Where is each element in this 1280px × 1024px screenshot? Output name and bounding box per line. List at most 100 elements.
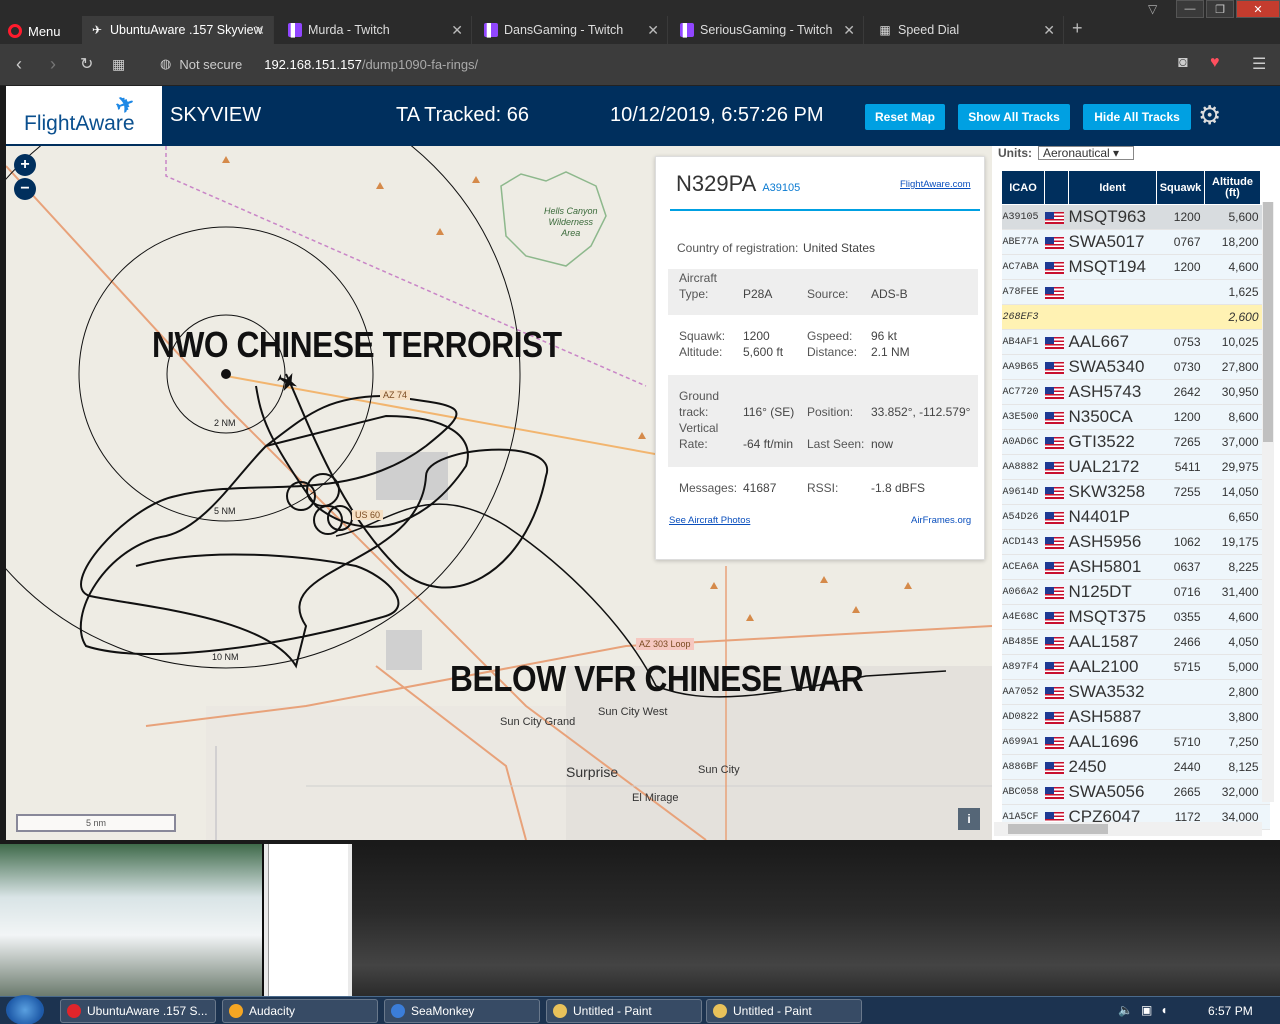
table-row[interactable]: AA8882 UAL2172 5411 29,975 <box>1001 454 1271 480</box>
table-row[interactable]: A066A2N125DT071631,400▼ <box>1001 579 1271 605</box>
cell-icao: ABC058 <box>1001 779 1045 805</box>
desktop-area <box>0 844 1280 996</box>
tab-speed-dial[interactable]: ▦ Speed Dial ✕ <box>870 16 1064 44</box>
taskbar-item[interactable]: SeaMonkey <box>384 999 540 1023</box>
rssi-label: RSSI: <box>807 481 839 495</box>
forward-icon[interactable]: › <box>50 54 56 75</box>
zoom-in-button[interactable]: + <box>14 154 36 176</box>
app-title: SKYVIEW <box>170 104 262 126</box>
tab-seriousgaming[interactable]: ▌ SeriousGaming - Twitch ✕ <box>672 16 864 44</box>
col-squawk[interactable]: Squawk <box>1156 170 1205 205</box>
cell-squawk <box>1156 279 1205 305</box>
scroll-thumb[interactable] <box>1263 202 1273 442</box>
logo-text: FlightAware <box>24 112 135 135</box>
scroll-thumb[interactable] <box>1008 824 1108 834</box>
paint-canvas[interactable] <box>268 844 348 996</box>
twitch-icon: ▌ <box>680 23 694 37</box>
taskbar-item-label: Untitled - Paint <box>733 1004 812 1018</box>
col-ident[interactable]: Ident <box>1068 170 1157 205</box>
col-altitude[interactable]: Altitude (ft) <box>1204 170 1261 205</box>
tab-murda[interactable]: ▌ Murda - Twitch ✕ <box>280 16 472 44</box>
taskbar-clock[interactable]: 6:57 PM <box>1208 1004 1253 1018</box>
flightaware-link[interactable]: FlightAware.com <box>900 179 971 190</box>
table-row[interactable]: A54D26 N4401P 6,650 <box>1001 504 1271 530</box>
reload-icon[interactable]: ↻ <box>80 54 93 74</box>
close-tab-icon[interactable]: ✕ <box>843 22 855 39</box>
url-field[interactable]: ◍ Not secure 192.168.151.157/dump1090-fa… <box>160 56 478 72</box>
cell-icao: AD0822 <box>1001 704 1045 730</box>
close-window-icon[interactable]: ✕ <box>1236 0 1280 18</box>
close-tab-icon[interactable]: ✕ <box>1043 22 1055 39</box>
table-row[interactable]: A78FEE 1,625 <box>1001 279 1271 305</box>
track-label: track: <box>679 405 709 419</box>
type-label: Type: <box>679 287 709 301</box>
units-select[interactable]: Aeronautical ▾ <box>1038 146 1134 160</box>
app-icon <box>391 1004 405 1018</box>
table-row[interactable]: AD0822 ASH5887 3,800 <box>1001 704 1271 730</box>
table-row[interactable]: A886BF 2450 2440 8,125 <box>1001 754 1271 780</box>
table-row[interactable]: A0AD6C GTI3522 7265 37,000 <box>1001 429 1271 455</box>
cell-flag <box>1044 404 1069 430</box>
table-row[interactable]: AA7052 SWA3532 2,800 <box>1001 679 1271 705</box>
col-icao[interactable]: ICAO <box>1001 170 1045 205</box>
close-tab-icon[interactable]: ✕ <box>253 22 265 39</box>
taskbar-item[interactable]: Audacity <box>222 999 378 1023</box>
table-row[interactable]: ABE77ASWA5017076718,200▲ <box>1001 229 1271 255</box>
tabs-grid-icon[interactable]: ▦ <box>112 56 125 73</box>
close-tab-icon[interactable]: ✕ <box>647 22 659 39</box>
easy-setup-icon[interactable]: ☰ <box>1252 54 1266 74</box>
back-icon[interactable]: ‹ <box>16 54 22 75</box>
table-row[interactable]: ACD143ASH5956106219,175▼ <box>1001 529 1271 555</box>
cell-altitude: 10,025 <box>1204 329 1261 355</box>
tab-skyview[interactable]: ✈ UbuntuAware .157 Skyview ✕ <box>82 16 274 44</box>
settings-gear-icon[interactable]: ⚙ <box>1198 100 1221 131</box>
cell-flag <box>1044 504 1069 530</box>
taskbar-item[interactable]: Untitled - Paint <box>546 999 702 1023</box>
tab-menu-icon[interactable]: ▽ <box>1148 2 1157 16</box>
table-row[interactable]: ABC058 SWA5056 2665 32,000 <box>1001 779 1271 805</box>
table-row[interactable]: A4E68C MSQT375 0355 4,600 <box>1001 604 1271 630</box>
minimize-icon[interactable]: — <box>1176 0 1204 18</box>
taskbar-item[interactable]: UbuntuAware .157 S... <box>60 999 216 1023</box>
table-row[interactable]: ACEA6AASH580106378,225▼ <box>1001 554 1271 580</box>
new-tab-plus-icon[interactable]: + <box>1072 18 1083 39</box>
show-all-tracks-button[interactable]: Show All Tracks <box>958 104 1070 130</box>
table-row[interactable]: 268EF32,600▲ <box>1001 304 1271 330</box>
zoom-out-button[interactable]: − <box>14 178 36 200</box>
table-row[interactable]: AC7ABA MSQT194 1200 4,600 <box>1001 254 1271 280</box>
heart-icon[interactable]: ♥ <box>1210 54 1220 72</box>
table-row[interactable]: AA9B65SWA5340073027,800▲ <box>1001 354 1271 380</box>
start-button-icon[interactable] <box>6 995 44 1024</box>
maximize-icon[interactable]: ❐ <box>1206 0 1234 18</box>
aircraft-photos-link[interactable]: See Aircraft Photos <box>669 515 750 526</box>
table-row[interactable]: A39105 MSQT963 1200 5,600 <box>1001 204 1271 230</box>
table-row[interactable]: A699A1AAL169657107,250▼ <box>1001 729 1271 755</box>
volume-icon[interactable]: ◖ <box>1160 1003 1167 1017</box>
table-row[interactable]: A897F4AAL210057155,000▼ <box>1001 654 1271 680</box>
attribution-info-button[interactable]: i <box>958 808 980 830</box>
table-row[interactable]: AB4AF1AAL667075310,025▲ <box>1001 329 1271 355</box>
reset-map-button[interactable]: Reset Map <box>865 104 945 130</box>
speaker-icon[interactable]: 🔈 <box>1118 1003 1133 1017</box>
table-row[interactable]: AB485EAAL158724664,050▼ <box>1001 629 1271 655</box>
table-row[interactable]: AC7720ASH5743264230,950▲ <box>1001 379 1271 405</box>
close-tab-icon[interactable]: ✕ <box>451 22 463 39</box>
opera-menu-button[interactable]: Menu <box>8 20 61 42</box>
cell-squawk <box>1156 504 1205 530</box>
cell-icao: A4E68C <box>1001 604 1045 630</box>
hide-all-tracks-button[interactable]: Hide All Tracks <box>1083 104 1191 130</box>
aircraft-hex[interactable]: A39105 <box>762 182 800 194</box>
table-vertical-scrollbar[interactable] <box>1262 202 1274 802</box>
camera-icon[interactable]: ◙ <box>1178 54 1188 72</box>
tab-dansgaming[interactable]: ▌ DansGaming - Twitch ✕ <box>476 16 668 44</box>
app-icon <box>713 1004 727 1018</box>
table-horizontal-scrollbar[interactable] <box>994 822 1262 836</box>
table-row[interactable]: A3E500 N350CA 1200 8,600 <box>1001 404 1271 430</box>
taskbar-item[interactable]: Untitled - Paint <box>706 999 862 1023</box>
airframes-link[interactable]: AirFrames.org <box>911 515 971 526</box>
aircraft-table-body: A39105 MSQT963 1200 5,600 ABE77A SWA5017 0767 1… <box>1001 204 1271 830</box>
table-row[interactable]: A9614DSKW3258725514,050▼ <box>1001 479 1271 505</box>
col-flag[interactable] <box>1044 170 1069 205</box>
network-icon[interactable]: ▣ <box>1141 1003 1152 1017</box>
cell-altitude: 2,600 <box>1204 304 1261 330</box>
